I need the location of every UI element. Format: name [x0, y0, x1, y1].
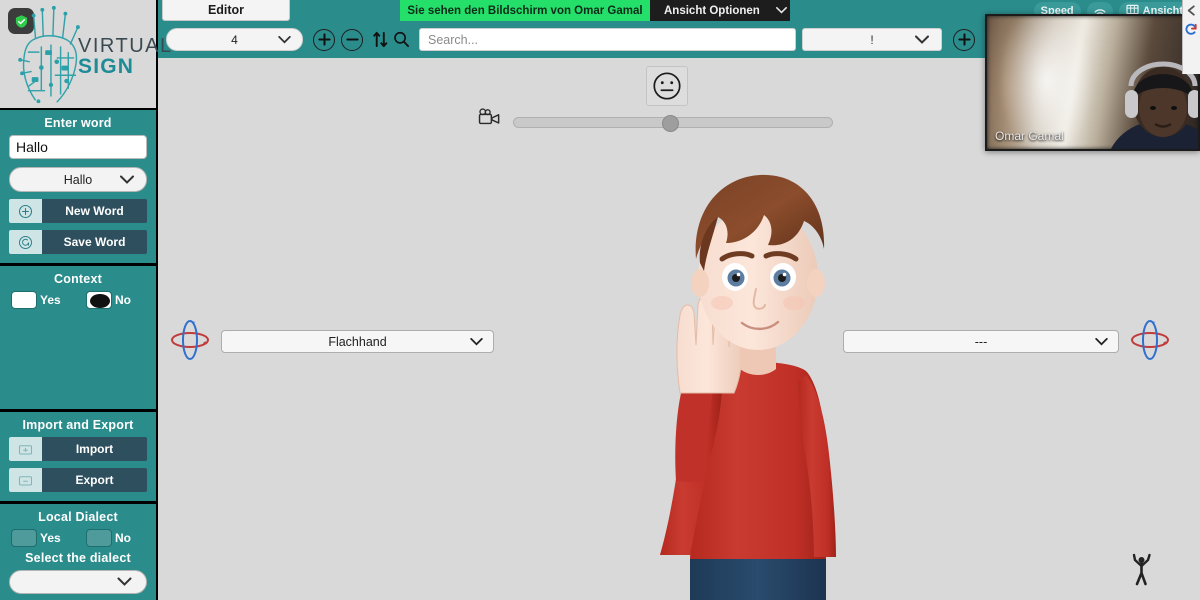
rotate-3d-gizmo-icon-left[interactable]	[168, 316, 212, 362]
context-panel: Context Yes No	[0, 266, 156, 412]
remove-row-button[interactable]	[341, 28, 363, 51]
context-no-label: No	[115, 293, 131, 307]
sort-updown-icon[interactable]	[372, 30, 389, 49]
chevron-down-icon	[117, 577, 132, 587]
plus-circle-icon	[9, 199, 42, 223]
dialect-no-checkbox[interactable]	[86, 529, 112, 547]
back-arrow-icon[interactable]	[1185, 3, 1199, 17]
left-sidebar: VIRTUAL SIGN Enter word Hallo Hallo New …	[0, 0, 171, 600]
left-hand-shape-value: Flachhand	[328, 334, 387, 349]
add-entry-button[interactable]	[953, 28, 975, 51]
export-file-icon	[9, 468, 42, 492]
neutral-face-icon	[653, 72, 681, 100]
context-toggle-row: Yes No	[9, 291, 147, 309]
dialect-yes-checkbox[interactable]	[11, 529, 37, 547]
type-select[interactable]: !	[802, 28, 942, 51]
view-options-button[interactable]: Ansicht Optionen	[650, 0, 790, 21]
view-options-label: Ansicht Optionen	[664, 4, 760, 17]
left-hand-shape-select[interactable]: Flachhand	[221, 330, 494, 353]
save-word-label: Save Word	[63, 235, 126, 249]
add-row-button[interactable]	[313, 28, 335, 51]
count-select[interactable]: 4	[166, 28, 303, 51]
video-camera-icon	[478, 108, 502, 133]
local-dialect-panel: Local Dialect Yes No Select the dialect	[0, 504, 156, 600]
type-select-value: !	[870, 32, 874, 47]
tab-editor[interactable]: Editor	[162, 0, 290, 21]
context-yes-checkbox[interactable]	[11, 291, 37, 309]
context-yes-label: Yes	[40, 293, 61, 307]
expression-button[interactable]	[646, 66, 688, 106]
context-no-checkbox[interactable]	[86, 291, 112, 309]
export-label: Export	[75, 473, 114, 487]
participant-name-label: Omar Gamal	[995, 129, 1064, 143]
import-file-icon	[9, 437, 42, 461]
screenshare-banner: Sie sehen den Bildschirm von Omar Gamal	[400, 0, 650, 21]
participant-video-tile[interactable]: Omar Gamal	[985, 14, 1200, 151]
app-logo-area: VIRTUAL SIGN	[0, 0, 171, 110]
dialect-no-option[interactable]: No	[86, 529, 131, 547]
logo-line-1: VIRTUAL	[78, 35, 173, 57]
enter-word-panel: Enter word Hallo Hallo New Word Save Wor…	[0, 110, 156, 266]
chevron-down-icon	[278, 35, 291, 44]
chevron-down-icon	[120, 175, 134, 184]
word-select-value: Hallo	[63, 172, 93, 187]
word-select[interactable]: Hallo	[9, 167, 147, 192]
export-button[interactable]: Export	[9, 468, 147, 492]
dialect-toggle-row: Yes No	[9, 529, 147, 547]
chevron-down-icon	[1095, 337, 1108, 346]
logo-line-2: SIGN	[78, 55, 135, 78]
new-word-label: New Word	[65, 204, 124, 218]
new-word-button[interactable]: New Word	[9, 199, 147, 223]
sign-language-avatar[interactable]	[618, 163, 908, 600]
dialect-yes-label: Yes	[40, 531, 61, 545]
dancing-person-icon[interactable]	[1130, 553, 1154, 592]
dialect-select[interactable]	[9, 570, 147, 594]
enter-word-title: Enter word	[44, 116, 112, 130]
right-hand-shape-value: ---	[974, 334, 988, 349]
context-yes-option[interactable]: Yes	[11, 291, 61, 309]
select-dialect-title: Select the dialect	[25, 551, 131, 565]
count-select-value: 4	[231, 32, 238, 47]
dialect-yes-option[interactable]: Yes	[11, 529, 61, 547]
magnifier-icon[interactable]	[393, 31, 410, 48]
search-input[interactable]: Search...	[419, 28, 796, 51]
chevron-down-icon	[470, 337, 483, 346]
local-dialect-title: Local Dialect	[38, 510, 118, 524]
word-input[interactable]: Hallo	[9, 135, 147, 159]
context-no-option[interactable]: No	[86, 291, 131, 309]
import-export-title: Import and Export	[22, 418, 134, 432]
dialect-no-label: No	[115, 531, 131, 545]
import-export-panel: Import and Export Import Export	[0, 412, 156, 504]
speed-slider-knob[interactable]	[662, 115, 679, 132]
save-spiral-icon	[9, 230, 42, 254]
animation-speed-slider[interactable]	[513, 115, 833, 132]
save-word-button[interactable]: Save Word	[9, 230, 147, 254]
refresh-record-icon[interactable]	[1185, 22, 1199, 36]
import-button[interactable]: Import	[9, 437, 147, 461]
chevron-down-icon	[775, 5, 787, 17]
rotate-3d-gizmo-icon-right[interactable]	[1128, 316, 1172, 362]
right-edge-panel	[1182, 0, 1200, 74]
app-logo-text: VIRTUAL SIGN	[78, 36, 173, 77]
context-title: Context	[54, 272, 102, 286]
import-label: Import	[75, 442, 114, 456]
chevron-down-icon	[915, 35, 929, 44]
